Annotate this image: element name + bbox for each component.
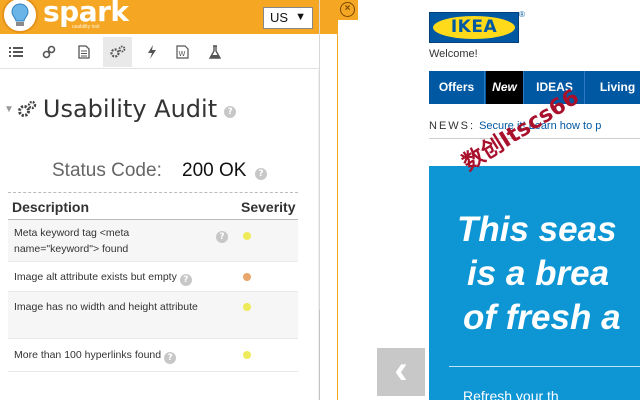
news-label: NEWS: bbox=[429, 120, 476, 132]
collapse-caret-icon[interactable]: ▼ bbox=[4, 104, 14, 115]
tab-lab[interactable] bbox=[200, 37, 229, 67]
help-icon[interactable]: ? bbox=[216, 231, 228, 243]
severity-dot bbox=[243, 232, 251, 240]
ikea-page: IKEA ® Welcome! Offers New IDEAS Living … bbox=[358, 0, 640, 400]
hero-subtext: Refresh your th bbox=[463, 388, 559, 400]
divider bbox=[429, 138, 640, 139]
spark-tab-bar: W bbox=[0, 34, 319, 69]
spark-logo-icon bbox=[2, 0, 38, 33]
audit-rows: Meta keyword tag <meta name="keyword"> f… bbox=[8, 220, 298, 372]
hero-headline-line: This seas bbox=[457, 210, 617, 249]
flask-icon bbox=[208, 45, 221, 59]
tab-performance[interactable] bbox=[137, 37, 166, 67]
page-title: Usability Audit bbox=[42, 95, 218, 123]
lightning-icon bbox=[147, 45, 156, 59]
row-description: Image has no width and height attribute bbox=[14, 301, 198, 313]
table-row: Image has no width and height attribute bbox=[8, 292, 298, 339]
panel-divider bbox=[320, 0, 358, 400]
close-icon: × bbox=[340, 2, 355, 17]
locale-select[interactable]: US ▼ bbox=[263, 7, 313, 29]
spark-header: spark usability tool US ▼ bbox=[0, 0, 319, 34]
welcome-text: Welcome! bbox=[429, 48, 478, 60]
status-row: Status Code: 200 OK ? bbox=[0, 156, 319, 186]
audit-section-header[interactable]: ▼ Usability Audit ? bbox=[4, 92, 237, 126]
ikea-logo[interactable]: IKEA bbox=[429, 12, 519, 43]
hero-headline-line: of fresh a bbox=[463, 298, 621, 337]
tab-document[interactable] bbox=[69, 37, 98, 67]
help-icon[interactable]: ? bbox=[224, 106, 237, 118]
gears-icon bbox=[17, 100, 37, 117]
nav-item-offers[interactable]: Offers bbox=[429, 71, 485, 104]
svg-text:W: W bbox=[179, 50, 186, 58]
locale-value: US bbox=[270, 10, 289, 25]
severity-dot bbox=[243, 351, 251, 359]
column-header-severity: Severity bbox=[241, 199, 296, 215]
table-row: More than 100 hyperlinks found? bbox=[8, 339, 298, 372]
tab-w3c[interactable]: W bbox=[168, 37, 197, 67]
help-icon[interactable]: ? bbox=[179, 274, 192, 286]
nav-item-new[interactable]: New bbox=[486, 71, 524, 104]
tab-list[interactable] bbox=[1, 37, 30, 67]
spark-panel: spark usability tool US ▼ W ▼ Usability … bbox=[0, 0, 320, 400]
divider-header bbox=[320, 0, 338, 34]
audit-table-header: Description Severity bbox=[8, 192, 298, 220]
tab-usability[interactable] bbox=[103, 37, 132, 67]
status-label: Status Code: bbox=[52, 160, 162, 181]
help-icon[interactable]: ? bbox=[255, 168, 267, 180]
gears-icon bbox=[109, 45, 125, 58]
row-description: Image alt attribute exists but empty bbox=[14, 271, 177, 283]
hero-headline-line: is a brea bbox=[467, 254, 610, 293]
document-icon bbox=[77, 45, 90, 59]
severity-dot bbox=[243, 273, 251, 281]
column-header-description: Description bbox=[12, 199, 90, 215]
chevron-down-icon: ▼ bbox=[295, 11, 306, 23]
hero-divider bbox=[449, 366, 640, 367]
table-row: Meta keyword tag <meta name="keyword"> f… bbox=[8, 220, 298, 262]
row-description: Meta keyword tag <meta name="keyword"> f… bbox=[14, 227, 130, 255]
chevron-left-icon: ‹ bbox=[394, 348, 408, 392]
tab-links[interactable] bbox=[34, 37, 63, 67]
table-row: Image alt attribute exists but empty? bbox=[8, 262, 298, 292]
link-icon bbox=[42, 45, 55, 59]
hero-banner[interactable]: This seas is a brea of fresh a Refresh y… bbox=[429, 166, 640, 400]
close-button[interactable]: × bbox=[337, 0, 359, 20]
row-description: More than 100 hyperlinks found bbox=[14, 349, 162, 361]
severity-dot bbox=[243, 303, 251, 311]
audit-table: Description Severity Meta keyword tag <m… bbox=[8, 192, 298, 372]
spark-tagline: usability tool bbox=[72, 24, 100, 30]
divider-line bbox=[337, 0, 338, 400]
list-icon bbox=[8, 47, 23, 57]
nav-item-living[interactable]: Living bbox=[586, 71, 640, 104]
previous-arrow-button[interactable]: ‹ bbox=[377, 348, 425, 396]
help-icon[interactable]: ? bbox=[164, 352, 177, 364]
ikea-logo-text: IKEA bbox=[450, 17, 498, 37]
status-value: 200 OK bbox=[182, 160, 247, 181]
w3c-icon: W bbox=[176, 45, 189, 59]
registered-mark: ® bbox=[519, 10, 525, 19]
